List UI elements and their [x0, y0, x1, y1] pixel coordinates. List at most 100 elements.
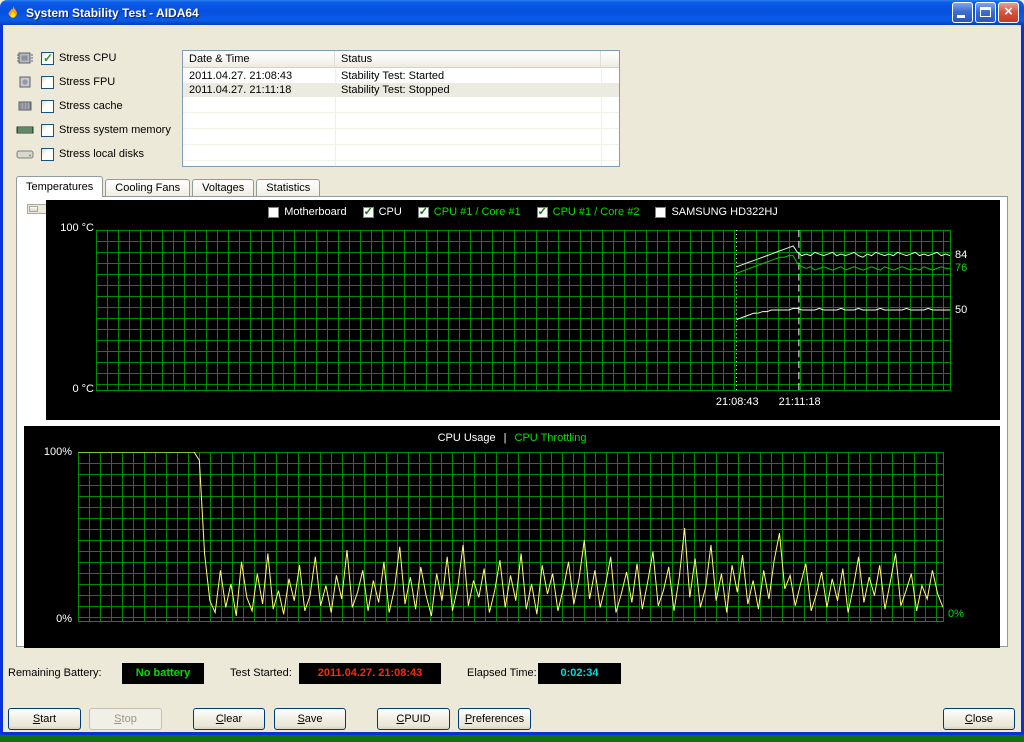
legend-item-cpu: CPU	[362, 205, 402, 218]
legend-item-core2: CPU #1 / Core #2	[536, 205, 640, 218]
temp-axis-max-label: 100 °C	[60, 222, 94, 234]
legend-label: Motherboard	[284, 206, 347, 218]
remaining-battery-value: No battery	[122, 663, 204, 684]
empty-table-row	[183, 97, 619, 113]
close-icon: ×	[1004, 3, 1013, 20]
stress-option-disks: Stress local disks	[16, 145, 144, 163]
tab-cooling-fans[interactable]: Cooling Fans	[105, 179, 191, 197]
temperature-chart-legend: Motherboard CPU CPU #1 / Core #1 CPU #1 …	[46, 205, 1000, 218]
usage-title-separator: |	[503, 432, 507, 444]
usage-chart-title: CPU Usage | CPU Throttling	[24, 432, 1000, 444]
log-status-cell: Stability Test: Started	[341, 70, 445, 82]
legend-label: SAMSUNG HD322HJ	[671, 206, 778, 218]
save-button[interactable]: Save	[274, 708, 346, 730]
tab-voltages[interactable]: Voltages	[192, 179, 255, 197]
disk-icon	[16, 147, 34, 161]
minimize-button[interactable]	[952, 2, 973, 23]
legend-label: CPU #1 / Core #1	[433, 206, 521, 218]
stress-memory-checkbox[interactable]	[41, 123, 54, 137]
desktop-background: System Stability Test - AIDA64 × Stress …	[0, 0, 1024, 742]
preferences-button[interactable]: Preferences	[458, 708, 531, 730]
maximize-button[interactable]	[975, 2, 996, 23]
stress-option-fpu: Stress FPU	[16, 73, 115, 91]
usage-axis-min-label: 0%	[56, 613, 72, 625]
table-row[interactable]: 2011.04.27. 21:11:18 Stability Test: Sto…	[183, 83, 619, 97]
stress-disks-checkbox[interactable]	[41, 147, 54, 161]
title-bar[interactable]: System Stability Test - AIDA64 ×	[0, 0, 1024, 25]
window-title: System Stability Test - AIDA64	[26, 5, 199, 20]
event-log-table: Date & Time Status 2011.04.27. 21:08:43 …	[182, 50, 620, 167]
temperature-lines	[736, 230, 950, 390]
clear-button[interactable]: Clear	[193, 708, 265, 730]
stress-cache-checkbox[interactable]	[41, 99, 54, 113]
legend-item-hdd: SAMSUNG HD322HJ	[655, 206, 778, 218]
usage-current-value-label: 0%	[948, 608, 964, 620]
minimize-icon	[957, 15, 965, 18]
stress-option-memory: Stress system memory	[16, 121, 171, 139]
log-datetime-cell: 2011.04.27. 21:11:18	[189, 84, 292, 96]
tab-temperatures[interactable]: Temperatures	[16, 176, 104, 197]
log-status-cell: Stability Test: Stopped	[341, 84, 450, 96]
close-dialog-button[interactable]: Close	[943, 708, 1015, 730]
temp-axis-min-label: 0 °C	[72, 383, 94, 395]
legend-label: CPU #1 / Core #2	[552, 206, 640, 218]
stress-option-cpu: Stress CPU	[16, 49, 116, 67]
temp-xtick-stop: 21:11:18	[778, 396, 821, 408]
temp-value-label-core1: 84	[955, 248, 968, 261]
usage-plot-area	[78, 452, 944, 622]
temperature-chart-panel: Motherboard CPU CPU #1 / Core #1 CPU #1 …	[46, 200, 1000, 420]
app-window: System Stability Test - AIDA64 × Stress …	[0, 0, 1024, 735]
legend-item-core1: CPU #1 / Core #1	[417, 205, 521, 218]
stress-disks-label: Stress local disks	[59, 148, 144, 160]
legend-item-motherboard: Motherboard	[268, 206, 347, 218]
fpu-icon	[16, 75, 34, 89]
remaining-battery-label: Remaining Battery:	[8, 667, 102, 679]
empty-table-row	[183, 113, 619, 129]
close-button[interactable]: ×	[998, 2, 1019, 23]
stress-fpu-checkbox[interactable]	[41, 75, 54, 89]
stress-cpu-label: Stress CPU	[59, 52, 117, 64]
legend-checkbox-core1[interactable]	[417, 205, 429, 218]
cpu-usage-chart-panel: CPU Usage | CPU Throttling 100% 0% 0%	[24, 426, 1000, 648]
log-table-header: Date & Time Status	[183, 51, 619, 68]
column-header-filler	[601, 51, 619, 67]
slider-thumb[interactable]	[29, 206, 38, 212]
column-header-status[interactable]: Status	[335, 51, 601, 67]
elapsed-time-label: Elapsed Time:	[467, 667, 537, 679]
elapsed-time-value: 0:02:34	[538, 663, 621, 684]
cpuid-button[interactable]: CPUID	[377, 708, 450, 730]
test-started-label: Test Started:	[230, 667, 292, 679]
empty-table-row	[183, 129, 619, 145]
table-row[interactable]: 2011.04.27. 21:08:43 Stability Test: Sta…	[183, 69, 619, 83]
window-border	[0, 732, 1024, 735]
memory-icon	[16, 123, 34, 137]
column-header-datetime[interactable]: Date & Time	[183, 51, 335, 67]
legend-label: CPU	[378, 206, 402, 218]
tab-strip: Temperatures Cooling Fans Voltages Stati…	[16, 176, 322, 197]
temperature-plot-area	[96, 230, 951, 391]
log-datetime-cell: 2011.04.27. 21:08:43	[189, 70, 293, 82]
usage-line	[78, 452, 943, 617]
legend-checkbox-hdd[interactable]	[655, 206, 667, 218]
cpu-icon	[16, 51, 34, 65]
stress-fpu-label: Stress FPU	[59, 76, 116, 88]
stop-button[interactable]: Stop	[89, 708, 162, 730]
temp-value-label-cpu: 50	[955, 303, 968, 316]
stress-cpu-checkbox[interactable]	[41, 51, 54, 65]
tab-statistics[interactable]: Statistics	[256, 179, 321, 197]
cache-icon	[16, 99, 34, 113]
usage-title-cpu-throttling[interactable]: CPU Throttling	[515, 432, 587, 444]
legend-checkbox-core2[interactable]	[536, 205, 548, 218]
app-flame-icon	[5, 5, 21, 21]
stress-memory-label: Stress system memory	[59, 124, 171, 136]
stress-option-cache: Stress cache	[16, 97, 123, 115]
start-button[interactable]: Start	[8, 708, 81, 730]
maximize-icon	[980, 7, 991, 17]
usage-title-cpu-usage: CPU Usage	[437, 432, 496, 444]
test-started-value: 2011.04.27. 21:08:43	[299, 663, 441, 684]
legend-checkbox-motherboard[interactable]	[268, 206, 280, 218]
empty-table-row	[183, 145, 619, 161]
legend-checkbox-cpu[interactable]	[362, 205, 374, 218]
window-border	[0, 25, 3, 735]
stress-cache-label: Stress cache	[59, 100, 123, 112]
